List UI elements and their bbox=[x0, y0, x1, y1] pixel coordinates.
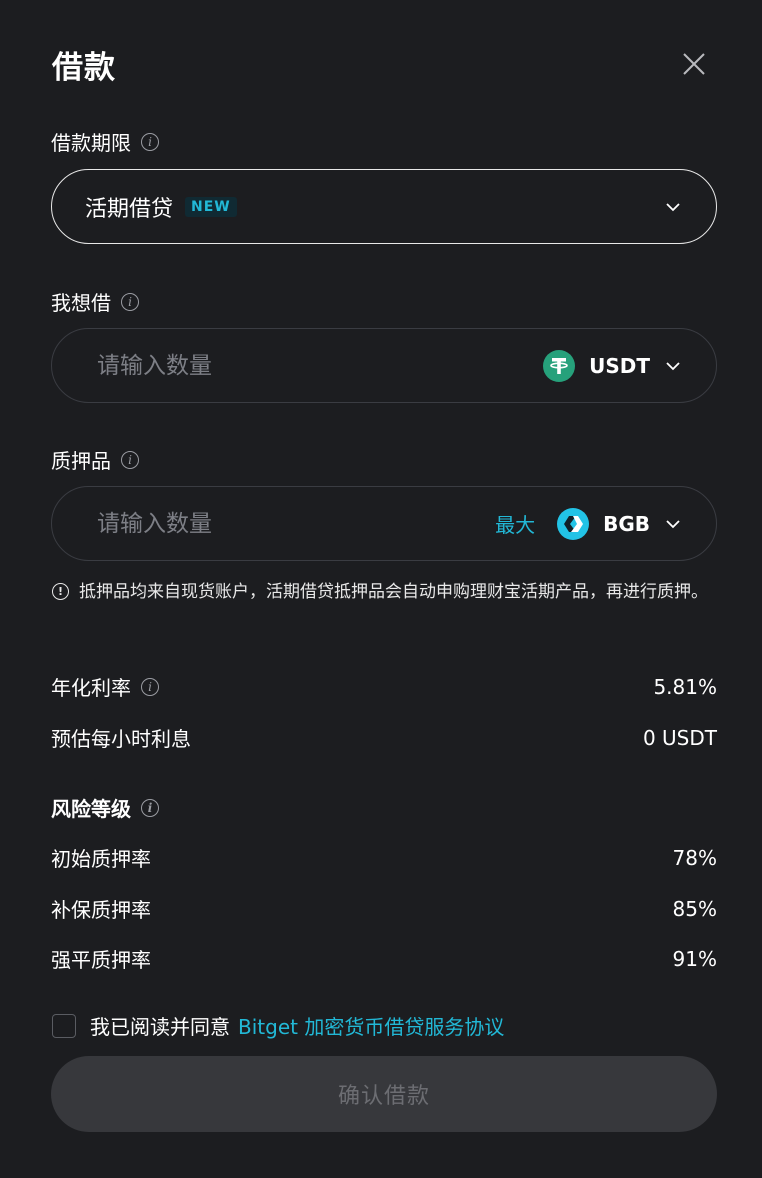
hourly-interest-label: 预估每小时利息 bbox=[51, 727, 191, 751]
risk-level-header: 风险等级 i bbox=[51, 793, 159, 822]
info-icon[interactable]: i bbox=[121, 292, 139, 311]
borrow-amount-input[interactable] bbox=[95, 351, 544, 380]
annual-rate-label: 年化利率 bbox=[51, 676, 131, 700]
tether-icon bbox=[543, 349, 576, 382]
info-icon[interactable]: i bbox=[141, 677, 159, 696]
chevron-down-icon bbox=[666, 519, 680, 528]
collateral-asset-name: BGB bbox=[603, 511, 650, 536]
term-select[interactable]: 活期借贷 NEW bbox=[51, 169, 717, 244]
risk-row-value: 91% bbox=[672, 946, 717, 971]
collateral-asset-select[interactable]: BGB bbox=[557, 507, 682, 540]
new-badge: NEW bbox=[185, 196, 237, 217]
risk-row-value: 85% bbox=[672, 896, 717, 921]
agreement-checkbox[interactable] bbox=[52, 1013, 76, 1038]
hourly-interest-value: 0 USDT bbox=[642, 725, 717, 750]
borrow-label: 我想借 bbox=[51, 291, 111, 315]
borrow-label-row: 我想借 i bbox=[51, 287, 139, 316]
term-label-row: 借款期限 i bbox=[51, 127, 159, 156]
close-icon bbox=[683, 53, 705, 75]
info-icon[interactable]: i bbox=[141, 132, 159, 151]
confirm-borrow-button[interactable]: 确认借款 bbox=[51, 1056, 717, 1132]
risk-row-label: 补保质押率 bbox=[51, 898, 151, 922]
risk-row-label: 强平质押率 bbox=[51, 948, 151, 972]
annual-rate-row: 年化利率 i 5.81% bbox=[51, 672, 717, 701]
term-label: 借款期限 bbox=[51, 131, 131, 155]
max-button[interactable]: 最大 bbox=[495, 509, 535, 538]
collateral-amount-field: 最大 BGB bbox=[51, 486, 717, 561]
borrow-amount-field: USDT bbox=[51, 328, 717, 403]
annual-rate-value: 5.81% bbox=[653, 674, 717, 699]
risk-row: 初始质押率 78% bbox=[51, 843, 717, 872]
info-icon[interactable]: i bbox=[121, 450, 139, 469]
risk-row: 补保质押率 85% bbox=[51, 894, 717, 923]
term-selected-value: 活期借贷 bbox=[85, 196, 174, 222]
chevron-down-icon bbox=[666, 202, 680, 211]
risk-row-label: 初始质押率 bbox=[51, 847, 151, 871]
bitget-icon bbox=[557, 507, 590, 540]
agreement-row: 我已阅读并同意 Bitget 加密货币借贷服务协议 bbox=[52, 1011, 504, 1040]
notice-text: 抵押品均来自现货账户，活期借贷抵押品会自动申购理财宝活期产品，再进行质押。 bbox=[79, 582, 708, 602]
borrow-asset-select[interactable]: USDT bbox=[543, 349, 682, 382]
hourly-interest-row: 预估每小时利息 0 USDT bbox=[51, 723, 717, 752]
agreement-link[interactable]: Bitget 加密货币借贷服务协议 bbox=[238, 1011, 504, 1040]
annual-rate-label-group: 年化利率 i bbox=[51, 672, 159, 701]
risk-row-value: 78% bbox=[672, 845, 717, 870]
collateral-label-row: 质押品 i bbox=[51, 445, 139, 474]
collateral-notice: ! 抵押品均来自现货账户，活期借贷抵押品会自动申购理财宝活期产品，再进行质押。 bbox=[52, 577, 722, 607]
collateral-amount-input[interactable] bbox=[95, 509, 496, 538]
close-button[interactable] bbox=[680, 50, 708, 78]
collateral-label: 质押品 bbox=[51, 449, 111, 473]
chevron-down-icon bbox=[666, 361, 680, 370]
agreement-text: 我已阅读并同意 bbox=[90, 1015, 230, 1039]
risk-level-title: 风险等级 bbox=[51, 797, 131, 821]
info-icon[interactable]: i bbox=[141, 798, 159, 817]
borrow-asset-name: USDT bbox=[589, 353, 650, 378]
risk-row: 强平质押率 91% bbox=[51, 944, 717, 973]
exclamation-icon: ! bbox=[52, 583, 69, 600]
dialog-title: 借款 bbox=[52, 50, 116, 86]
collateral-asset-group: 最大 BGB bbox=[495, 507, 682, 540]
